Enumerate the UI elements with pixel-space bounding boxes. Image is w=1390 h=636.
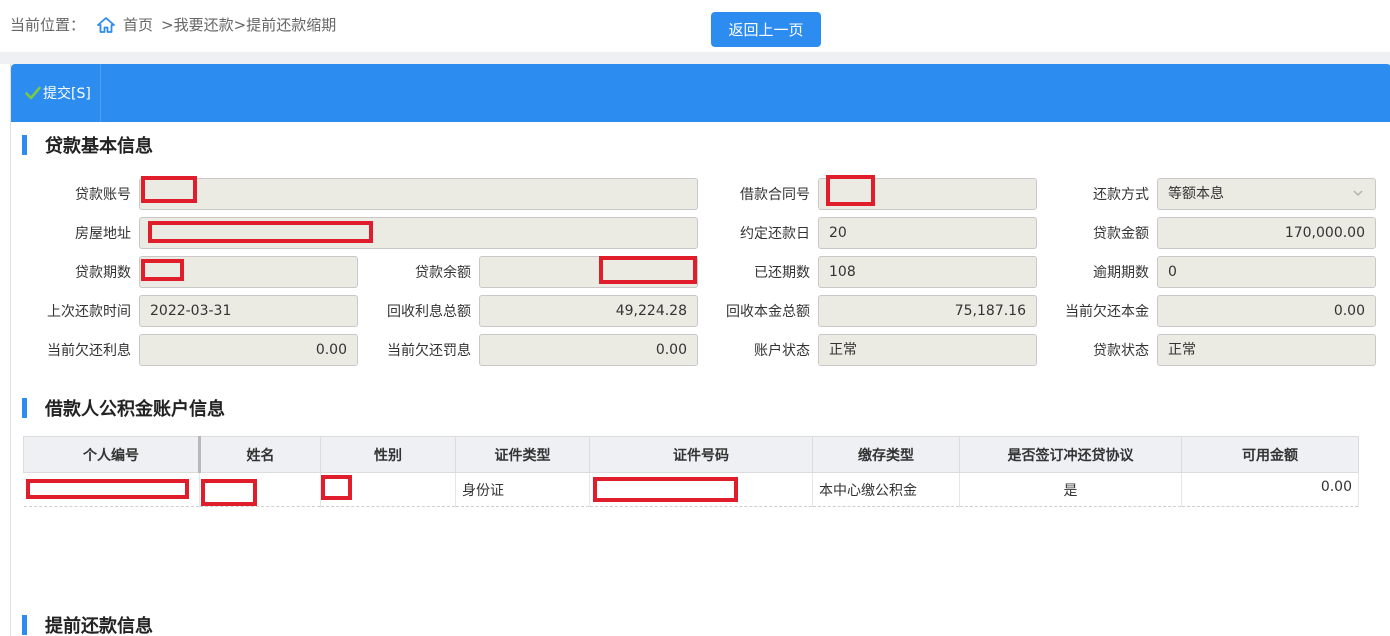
check-icon [25,86,41,100]
breadcrumb-level1[interactable]: 我要还款 [174,14,234,35]
label-owed-penalty: 当前欠还罚息 [387,343,471,359]
section-title-text: 贷款基本信息 [45,136,153,157]
label-owed-principal: 当前欠还本金 [1065,304,1149,320]
label-loan-amount: 贷款金额 [1093,226,1149,242]
breadcrumb-prefix: 当前位置： [10,16,86,34]
label-repay-day: 约定还款日 [740,226,810,242]
account-status-field[interactable]: 正常 [818,334,1037,366]
label-last-repay: 上次还款时间 [47,304,131,320]
paid-terms-field[interactable]: 108 [818,256,1037,288]
label-contract-no: 借款合同号 [740,187,810,203]
section-account-info: 借款人公积金账户信息 [22,395,225,421]
redaction-box [201,479,257,506]
cell-id-type: 身份证 [455,472,590,507]
label-term: 贷款期数 [75,265,131,281]
redaction-box [321,475,352,500]
top-bar: 当前位置： 首页 > 我要还款 > 提前还款缩期 返回上一页 [0,0,1390,52]
last-repay-field[interactable]: 2022-03-31 [139,295,358,327]
repay-method-value: 等额本息 [1168,186,1224,202]
label-account-no: 贷款账号 [75,187,131,203]
principal-total-field[interactable]: 75,187.16 [818,295,1037,327]
breadcrumb: 当前位置： 首页 > 我要还款 > 提前还款缩期 [10,14,336,35]
owed-interest-field[interactable]: 0.00 [139,334,358,366]
column-header[interactable]: 性别 [320,436,456,473]
owed-principal-field[interactable]: 0.00 [1157,295,1376,327]
separator-band [0,52,1390,64]
label-owed-interest: 当前欠还利息 [47,343,131,359]
section-prepay-info: 提前还款信息 [22,612,153,636]
back-button[interactable]: 返回上一页 [711,12,821,47]
section-marker [22,398,27,418]
column-header[interactable]: 证件类型 [455,436,590,473]
table-header-row: 个人编号 姓名 性别 证件类型 证件号码 缴存类型 是否签订冲还贷协议 可用金额 [23,436,1359,473]
cell-agreement: 是 [959,472,1182,507]
submit-button-label: 提交[S] [43,86,91,102]
redaction-box [141,259,184,281]
account-no-field[interactable] [139,178,698,210]
label-balance: 贷款余额 [415,265,471,281]
loan-amount-field[interactable]: 170,000.00 [1157,217,1376,249]
redaction-box [141,176,197,203]
cell-available: 0.00 [1181,472,1359,507]
column-header[interactable]: 证件号码 [589,436,813,473]
label-principal-total: 回收本金总额 [726,304,810,320]
column-header[interactable]: 个人编号 [23,436,201,473]
redaction-box [599,256,697,284]
label-paid-terms: 已还期数 [754,265,810,281]
toolbar: 提交[S] [11,64,1390,122]
section-title-text: 借款人公积金账户信息 [45,399,225,420]
breadcrumb-home[interactable]: 首页 [123,14,153,35]
cell-deposit-type: 本中心缴公积金 [812,472,960,507]
redaction-box [26,479,189,499]
overdue-terms-field[interactable]: 0 [1157,256,1376,288]
home-icon[interactable] [97,16,115,33]
label-overdue-terms: 逾期期数 [1093,265,1149,281]
column-header[interactable]: 姓名 [199,436,321,473]
section-title-text: 提前还款信息 [45,616,153,636]
repay-day-field[interactable]: 20 [818,217,1037,249]
label-repay-method: 还款方式 [1093,187,1149,203]
repay-method-select[interactable]: 等额本息 [1157,178,1376,210]
owed-penalty-field[interactable]: 0.00 [479,334,698,366]
breadcrumb-level2: 提前还款缩期 [246,16,337,34]
label-interest-total: 回收利息总额 [387,304,471,320]
submit-button[interactable]: 提交[S] [11,64,101,122]
column-header[interactable]: 可用金额 [1181,436,1359,473]
column-header[interactable]: 缴存类型 [812,436,960,473]
section-loan-info: 贷款基本信息 [22,132,153,158]
interest-total-field[interactable]: 49,224.28 [479,295,698,327]
column-header[interactable]: 是否签订冲还贷协议 [959,436,1182,473]
redaction-box [826,175,875,206]
section-marker [22,615,27,635]
label-loan-status: 贷款状态 [1093,343,1149,359]
loan-status-field[interactable]: 正常 [1157,334,1376,366]
label-address: 房屋地址 [75,226,131,242]
main-panel: 提交[S] 贷款基本信息 贷款账号 借款合同号 还款方式 等额本息 房屋地址 约… [10,64,1390,636]
redaction-box [148,221,373,243]
chevron-down-icon [1353,190,1363,196]
section-marker [22,135,27,155]
redaction-box [593,477,738,502]
label-account-status: 账户状态 [754,343,810,359]
breadcrumb-sep: > [161,15,174,34]
breadcrumb-sep: > [233,15,247,34]
